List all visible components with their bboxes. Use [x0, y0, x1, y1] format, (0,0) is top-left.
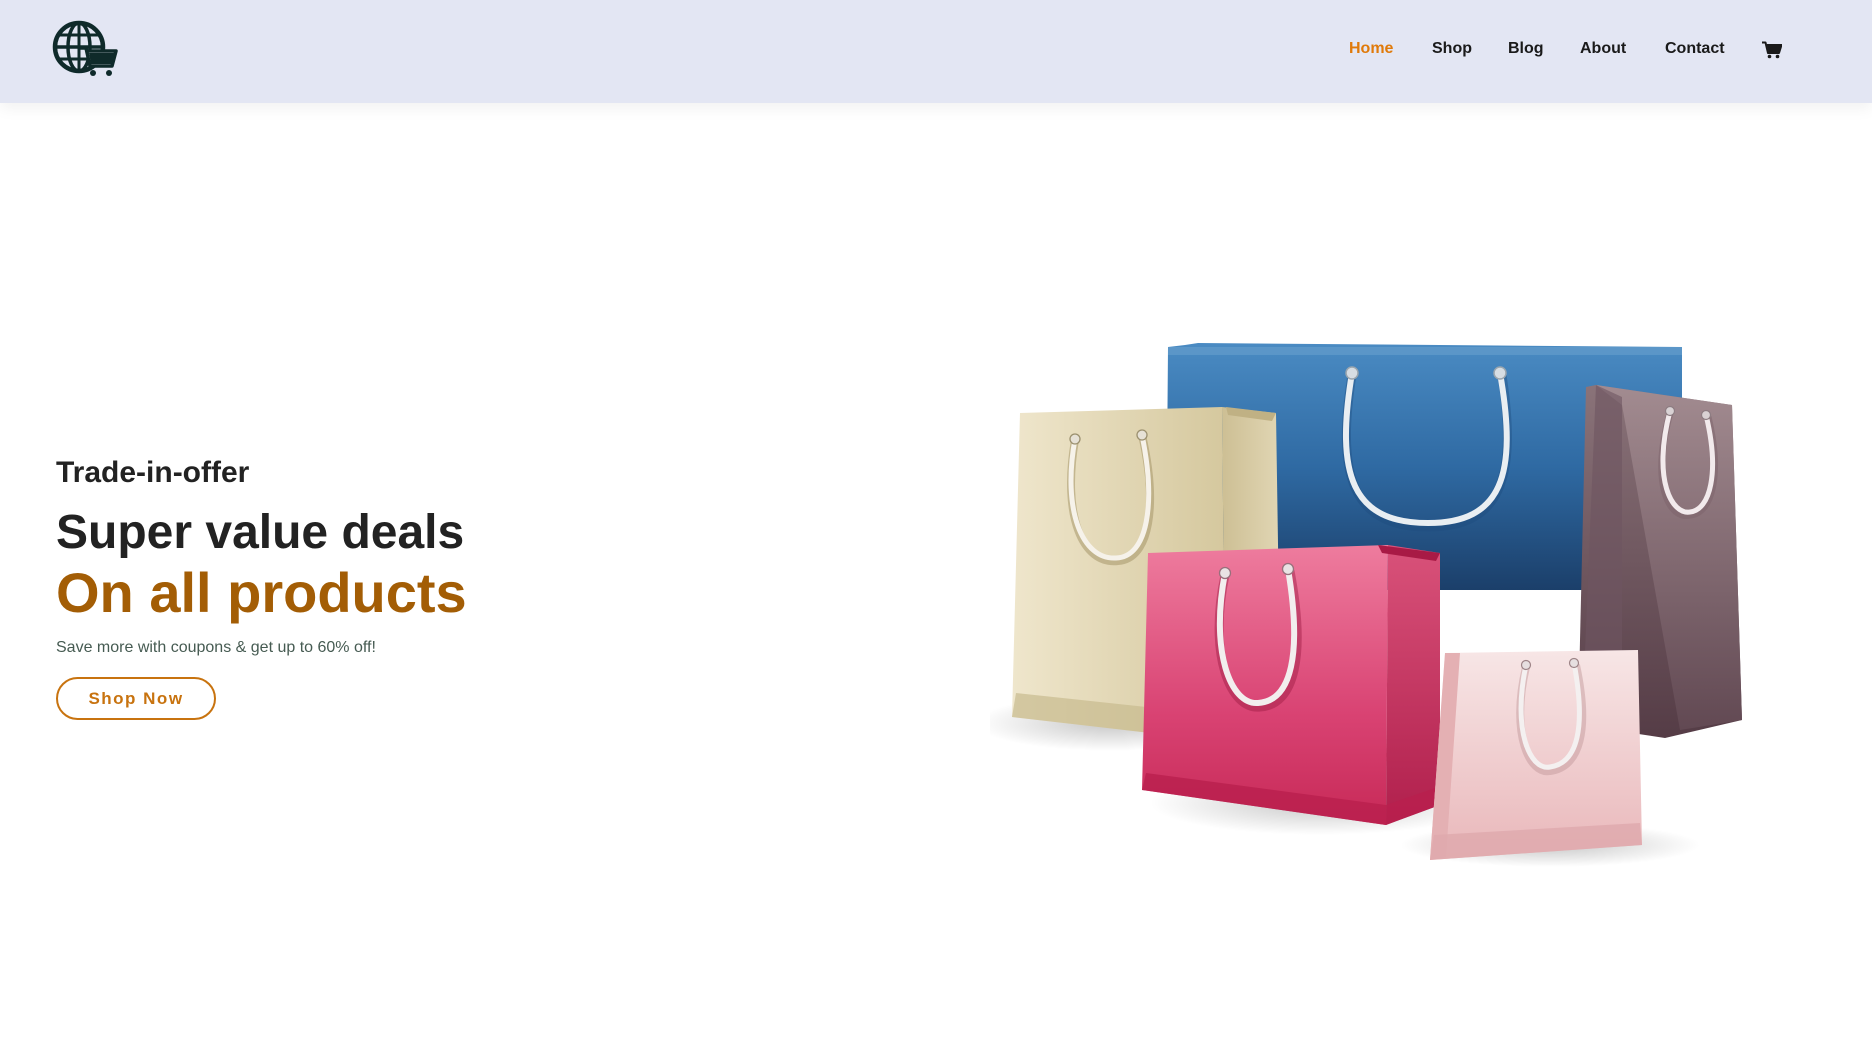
nav-item-home[interactable]: Home	[1349, 40, 1393, 58]
shop-now-button[interactable]: Shop Now	[56, 677, 216, 720]
nav-item-shop[interactable]: Shop	[1432, 40, 1472, 58]
shopping-bags-illustration	[975, 335, 1760, 870]
site-header: Home Shop Blog About Contact	[0, 0, 1872, 103]
hero-subtitle: Save more with coupons & get up to 60% o…	[56, 639, 376, 656]
hero-title: Super value deals	[56, 506, 465, 559]
globe-cart-icon[interactable]	[52, 20, 118, 80]
hero-eyebrow: Trade-in-offer	[56, 456, 250, 489]
hero-title-accent: On all products	[56, 561, 467, 624]
nav-item-about[interactable]: About	[1580, 40, 1626, 58]
nav-item-blog[interactable]: Blog	[1508, 40, 1544, 58]
nav-item-contact[interactable]: Contact	[1665, 40, 1725, 58]
shopping-cart-icon[interactable]	[1762, 41, 1783, 59]
